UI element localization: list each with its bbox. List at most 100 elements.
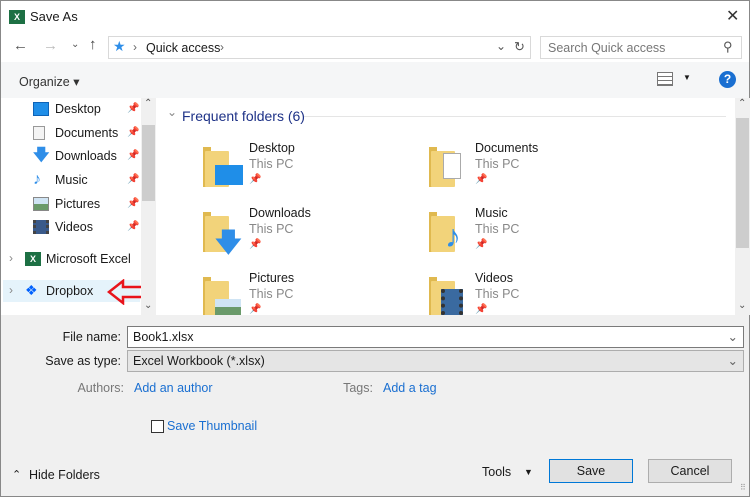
file-list-scrollbar[interactable]: ⌃ ⌄ [735,98,750,315]
excel-icon: X [9,10,25,24]
file-name-label: File name: [62,330,121,344]
recent-chevron-icon[interactable]: ⌄ [71,39,79,50]
forward-icon[interactable]: → [43,37,58,54]
section-title[interactable]: Frequent folders (6) [182,108,305,124]
organize-button[interactable]: Organize ▾ [19,74,79,89]
file-name-value: Book1.xlsx [133,330,194,344]
scroll-down-icon[interactable]: ⌄ [738,300,746,311]
search-input[interactable]: Search Quick access ⚲ [540,36,742,59]
address-bar[interactable]: ★ › Quick access › ⌄ ↻ [108,36,531,59]
navigation-bar: ← → ⌄ ↑ ★ › Quick access › ⌄ ↻ Search Qu… [0,32,750,62]
resize-grip-icon[interactable]: ⠿ [740,483,746,492]
scroll-up-icon[interactable]: ⌃ [738,98,746,109]
folder-downloads[interactable]: 🡇 Downloads This PC 📌 [203,206,423,266]
dropbox-icon: ❖ [25,282,38,298]
breadcrumb[interactable]: Quick access [146,41,220,55]
pin-icon: 📌 [249,239,262,250]
close-icon[interactable]: ✕ [726,6,739,26]
expand-chevron-icon[interactable]: › [9,251,13,265]
tools-button[interactable]: Tools [482,465,511,479]
sidebar-item-desktop[interactable]: Desktop [25,98,101,120]
address-dropdown-icon[interactable]: ⌄ [496,39,506,53]
cancel-button[interactable]: Cancel [648,459,732,483]
up-icon[interactable]: ↑ [89,36,97,53]
sidebar-item-label: Documents [55,126,119,140]
folder-music[interactable]: ♪ Music This PC 📌 [429,206,649,266]
save-as-type-value: Excel Workbook (*.xlsx) [133,354,265,368]
view-dropdown-icon[interactable]: ▼ [683,73,691,82]
sidebar-group-microsoft-excel[interactable]: › X Microsoft Excel [1,248,141,270]
sidebar-scrollbar[interactable]: ⌃ ⌄ [141,98,156,315]
folder-name: Pictures [249,271,295,285]
sidebar-item-label: Pictures [55,197,101,211]
file-list: ⌄ Frequent folders (6) Desktop This PC 📌 D… [159,98,736,317]
sidebar-item-label: Downloads [55,149,117,163]
add-tag-link[interactable]: Add a tag [383,381,437,395]
sidebar-item-videos[interactable]: Videos [25,216,93,238]
folder-location: This PC [249,287,294,301]
folder-desktop[interactable]: Desktop This PC 📌 [203,141,423,201]
save-label: Save [576,464,606,478]
save-options-panel: File name: Book1.xlsx ⌄ Save as type: Exc… [0,315,750,497]
pin-icon: 📌 [249,304,262,315]
scrollbar-thumb[interactable] [736,118,749,248]
sidebar-item-music[interactable]: ♪ Music [25,169,88,191]
folder-location: This PC [475,222,520,236]
cancel-label: Cancel [670,464,710,478]
file-name-input[interactable]: Book1.xlsx ⌄ [127,326,744,348]
music-folder-icon: ♪ [429,210,469,254]
save-as-type-select[interactable]: Excel Workbook (*.xlsx) ⌄ [127,350,744,372]
folder-location: This PC [249,157,294,171]
window-title: Save As [30,9,78,24]
scroll-up-icon[interactable]: ⌃ [144,98,152,109]
pin-icon: 📌 [127,198,140,209]
documents-folder-icon [429,145,469,189]
sidebar-item-downloads[interactable]: 🡇 Downloads [25,145,117,167]
pin-icon: 📌 [249,174,262,185]
folder-location: This PC [475,157,520,171]
chevron-right-icon[interactable]: › [220,40,224,54]
search-placeholder: Search Quick access [548,41,666,55]
sidebar-item-pictures[interactable]: Pictures [25,193,100,215]
expand-chevron-icon[interactable]: › [9,283,13,297]
scroll-down-icon[interactable]: ⌄ [144,300,152,311]
add-author-link[interactable]: Add an author [134,381,213,395]
help-button[interactable]: ? [719,71,736,88]
chevron-up-icon[interactable]: ⌃ [12,468,21,481]
chevron-down-icon[interactable]: ⌄ [728,329,738,344]
hide-folders-button[interactable]: Hide Folders [29,468,100,482]
section-divider [304,116,726,117]
quick-access-star-icon: ★ [113,38,126,54]
view-options-icon[interactable] [657,72,673,86]
downloads-icon: 🡇 [33,147,50,164]
chevron-right-icon: › [133,40,137,54]
folder-name: Videos [475,271,513,285]
save-thumbnail-label[interactable]: Save Thumbnail [167,419,257,433]
pin-icon: 📌 [127,103,140,114]
tools-dropdown-icon[interactable]: ▼ [524,467,533,477]
pin-icon: 📌 [475,174,488,185]
scrollbar-thumb[interactable] [142,125,155,201]
save-thumbnail-checkbox[interactable] [151,420,164,433]
sidebar-item-label: Music [55,173,88,187]
collapse-chevron-icon[interactable]: ⌄ [167,105,177,119]
refresh-icon[interactable]: ↻ [514,39,525,55]
pin-icon: 📌 [127,150,140,161]
sidebar-item-documents[interactable]: Documents [25,122,118,144]
search-icon: ⚲ [723,39,733,54]
pictures-icon [33,197,49,211]
save-button[interactable]: Save [549,459,633,483]
pin-icon: 📌 [475,304,488,315]
pin-icon: 📌 [127,127,140,138]
pin-icon: 📌 [475,239,488,250]
folder-name: Downloads [249,206,311,220]
chevron-down-icon[interactable]: ⌄ [728,353,738,368]
folder-location: This PC [249,222,294,236]
navigation-pane: Desktop Documents 🡇 Downloads ♪ Music Pict… [1,98,156,315]
documents-icon [33,126,45,140]
title-bar: X Save As ✕ [0,0,750,32]
sidebar-item-label: Desktop [55,102,101,116]
pin-icon: 📌 [127,174,140,185]
folder-documents[interactable]: Documents This PC 📌 [429,141,649,201]
back-icon[interactable]: ← [13,37,28,54]
